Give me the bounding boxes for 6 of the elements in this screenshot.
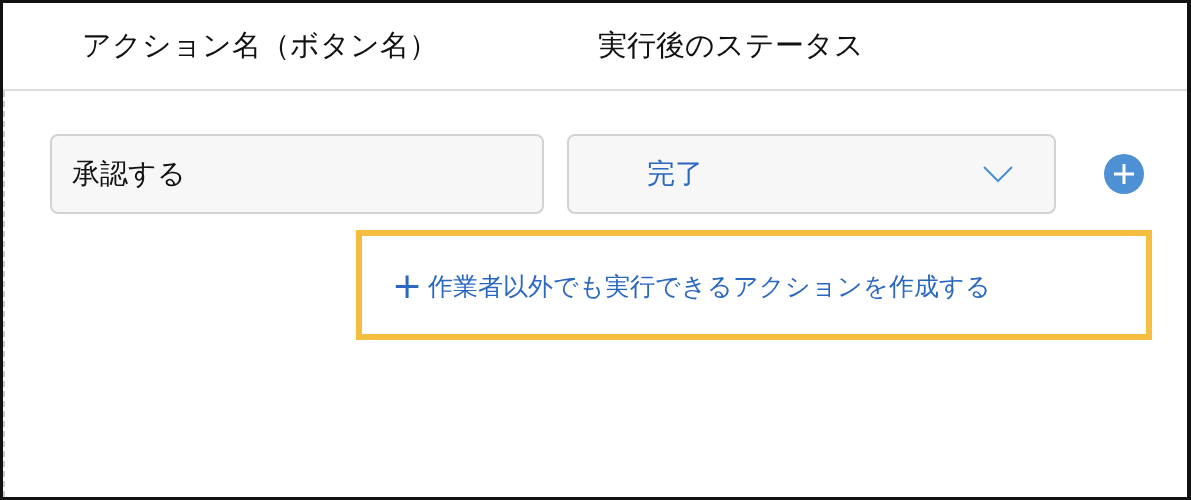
column-header: 実行後のステータス bbox=[598, 27, 864, 64]
action-name-field[interactable]: 承認する bbox=[50, 134, 544, 214]
chevron-down-icon bbox=[982, 165, 1014, 183]
column-header: アクション名（ボタン名） bbox=[82, 27, 439, 64]
status-dropdown[interactable]: 完了 bbox=[567, 134, 1056, 214]
add-icon[interactable] bbox=[1104, 154, 1144, 194]
